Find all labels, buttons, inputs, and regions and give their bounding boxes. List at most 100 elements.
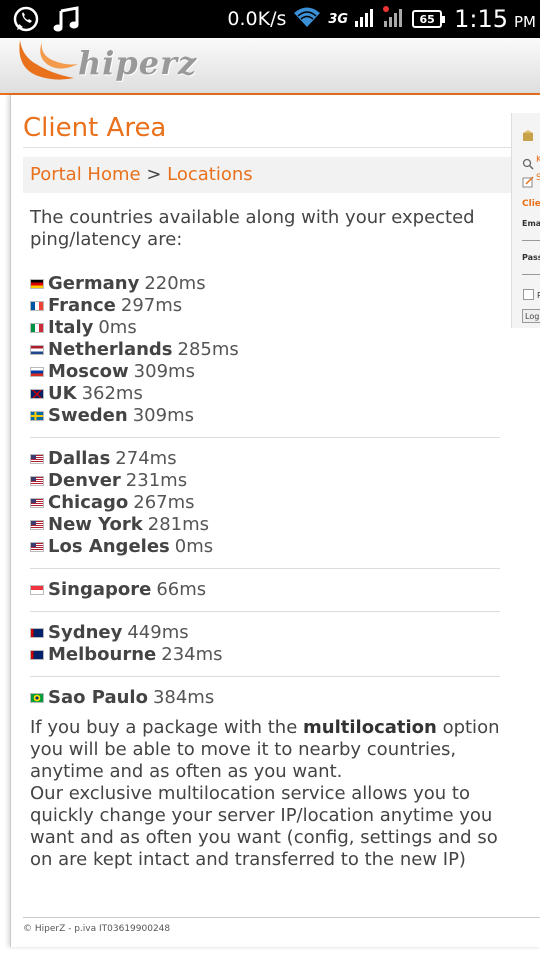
page-frame: Client Area Portal Home > Locations The … xyxy=(10,95,540,947)
breadcrumb-current-link[interactable]: Locations xyxy=(167,164,253,185)
site-header: hiperz xyxy=(0,38,540,95)
location-row: Netherlands 285ms xyxy=(30,339,500,361)
location-row: Sydney 449ms xyxy=(30,622,500,644)
flag-us-icon xyxy=(30,520,44,530)
location-group: Germany 220ms France 297ms Italy 0ms Netherlan… xyxy=(30,273,500,438)
location-ping: 234ms xyxy=(161,644,223,665)
support-icon xyxy=(522,173,534,192)
location-row: France 297ms xyxy=(30,295,500,317)
battery-icon: 65 xyxy=(412,10,446,28)
location-row: Singapore 66ms xyxy=(30,579,500,601)
flag-fr-icon xyxy=(30,301,44,311)
location-group: Dallas 274ms Denver 231ms Chicago 267ms New Yo… xyxy=(30,448,500,569)
location-row: Denver 231ms xyxy=(30,470,500,492)
location-ping: 220ms xyxy=(144,273,206,294)
flag-au-icon xyxy=(30,650,44,660)
location-name: Denver xyxy=(48,470,121,491)
flag-de-icon xyxy=(30,279,44,289)
login-button[interactable]: Log xyxy=(522,309,540,323)
network-speed: 0.0K/s xyxy=(227,8,287,30)
email-field[interactable] xyxy=(522,230,540,241)
location-name: UK xyxy=(48,383,77,404)
location-name: Singapore xyxy=(48,579,152,600)
location-name: Chicago xyxy=(48,492,129,513)
location-name: Netherlands xyxy=(48,339,173,360)
location-name: Sydney xyxy=(48,622,123,643)
location-row: Los Angeles 0ms xyxy=(30,536,500,558)
location-ping: 309ms xyxy=(133,361,195,382)
password-label: Pass xyxy=(522,253,540,262)
clock-ampm: PM xyxy=(514,13,536,31)
flag-br-icon xyxy=(30,693,44,703)
sidebar: K S Clie Emai Pass R Log xyxy=(511,113,540,328)
location-row: Sao Paulo 384ms xyxy=(30,687,500,709)
location-name: Sao Paulo xyxy=(48,687,148,708)
location-name: New York xyxy=(48,514,143,535)
location-ping: 281ms xyxy=(147,514,210,535)
remember-me-checkbox[interactable] xyxy=(523,289,534,300)
flag-ru-icon xyxy=(30,367,44,377)
flag-gb-icon xyxy=(30,389,44,399)
location-row: Chicago 267ms xyxy=(30,492,500,514)
location-group: Sao Paulo 384ms xyxy=(30,687,500,709)
footer-divider xyxy=(23,917,540,918)
location-ping: 362ms xyxy=(81,383,143,404)
location-name: Dallas xyxy=(48,448,111,469)
location-ping: 309ms xyxy=(132,405,194,426)
sidebar-link-support[interactable]: S xyxy=(536,173,540,183)
flag-se-icon xyxy=(30,411,44,421)
email-label: Emai xyxy=(522,219,540,228)
sidebar-login-heading: Clie xyxy=(522,199,540,209)
location-ping: 297ms xyxy=(120,295,183,316)
whatsapp-icon xyxy=(12,5,40,37)
flag-us-icon xyxy=(30,542,44,552)
location-row: New York 281ms xyxy=(30,514,500,536)
location-name: Los Angeles xyxy=(48,536,170,557)
password-field[interactable] xyxy=(522,264,540,275)
location-group: Sydney 449ms Melbourne 234ms xyxy=(30,622,500,677)
location-row: Italy 0ms xyxy=(30,317,500,339)
flag-it-icon xyxy=(30,323,44,333)
location-row: Germany 220ms xyxy=(30,273,500,295)
flag-us-icon xyxy=(30,454,44,464)
location-group: Singapore 66ms xyxy=(30,579,500,612)
location-name: Germany xyxy=(48,273,140,294)
breadcrumb-separator: > xyxy=(146,164,162,185)
clock-time: 1:15 xyxy=(454,5,508,33)
location-ping: 66ms xyxy=(156,579,207,600)
location-row: Moscow 309ms xyxy=(30,361,500,383)
locations-content: The countries available along with your … xyxy=(30,207,500,871)
wifi-icon xyxy=(292,5,322,33)
breadcrumb-home-link[interactable]: Portal Home xyxy=(30,164,141,185)
location-ping: 384ms xyxy=(152,687,215,708)
music-note-icon xyxy=(52,5,80,37)
page-title: Client Area xyxy=(23,113,167,143)
sidebar-link-knowledgebase[interactable]: K xyxy=(536,155,540,165)
signal-icon xyxy=(354,6,376,32)
location-row: UK 362ms xyxy=(30,383,500,405)
intro-text: The countries available along with your … xyxy=(30,207,475,250)
flag-us-icon xyxy=(30,498,44,508)
multilocation-service-paragraph: Our exclusive multilocation service allo… xyxy=(30,783,498,870)
location-name: Moscow xyxy=(48,361,129,382)
site-logo-text[interactable]: hiperz xyxy=(78,44,197,82)
location-row: Dallas 274ms xyxy=(30,448,500,470)
status-bar: 0.0K/s 3G 65 1:15 PM xyxy=(0,0,540,38)
location-ping: 231ms xyxy=(125,470,188,491)
location-name: Sweden xyxy=(48,405,128,426)
location-ping: 0ms xyxy=(174,536,214,557)
para1-bold: multilocation xyxy=(303,717,437,738)
multilocation-paragraph: If you buy a package with the multilocat… xyxy=(30,717,500,783)
location-ping: 285ms xyxy=(177,339,239,360)
flag-us-icon xyxy=(30,476,44,486)
flame-logo-icon[interactable] xyxy=(12,38,82,88)
footer-copyright: © HiperZ - p.iva IT03619900248 xyxy=(23,924,171,934)
location-name: Italy xyxy=(48,317,94,338)
flag-nl-icon xyxy=(30,345,44,355)
location-name: France xyxy=(48,295,116,316)
location-name: Melbourne xyxy=(48,644,157,665)
location-row: Sweden 309ms xyxy=(30,405,500,427)
breadcrumb: Portal Home > Locations xyxy=(23,157,511,193)
location-ping: 0ms xyxy=(98,317,137,338)
location-ping: 267ms xyxy=(133,492,195,513)
